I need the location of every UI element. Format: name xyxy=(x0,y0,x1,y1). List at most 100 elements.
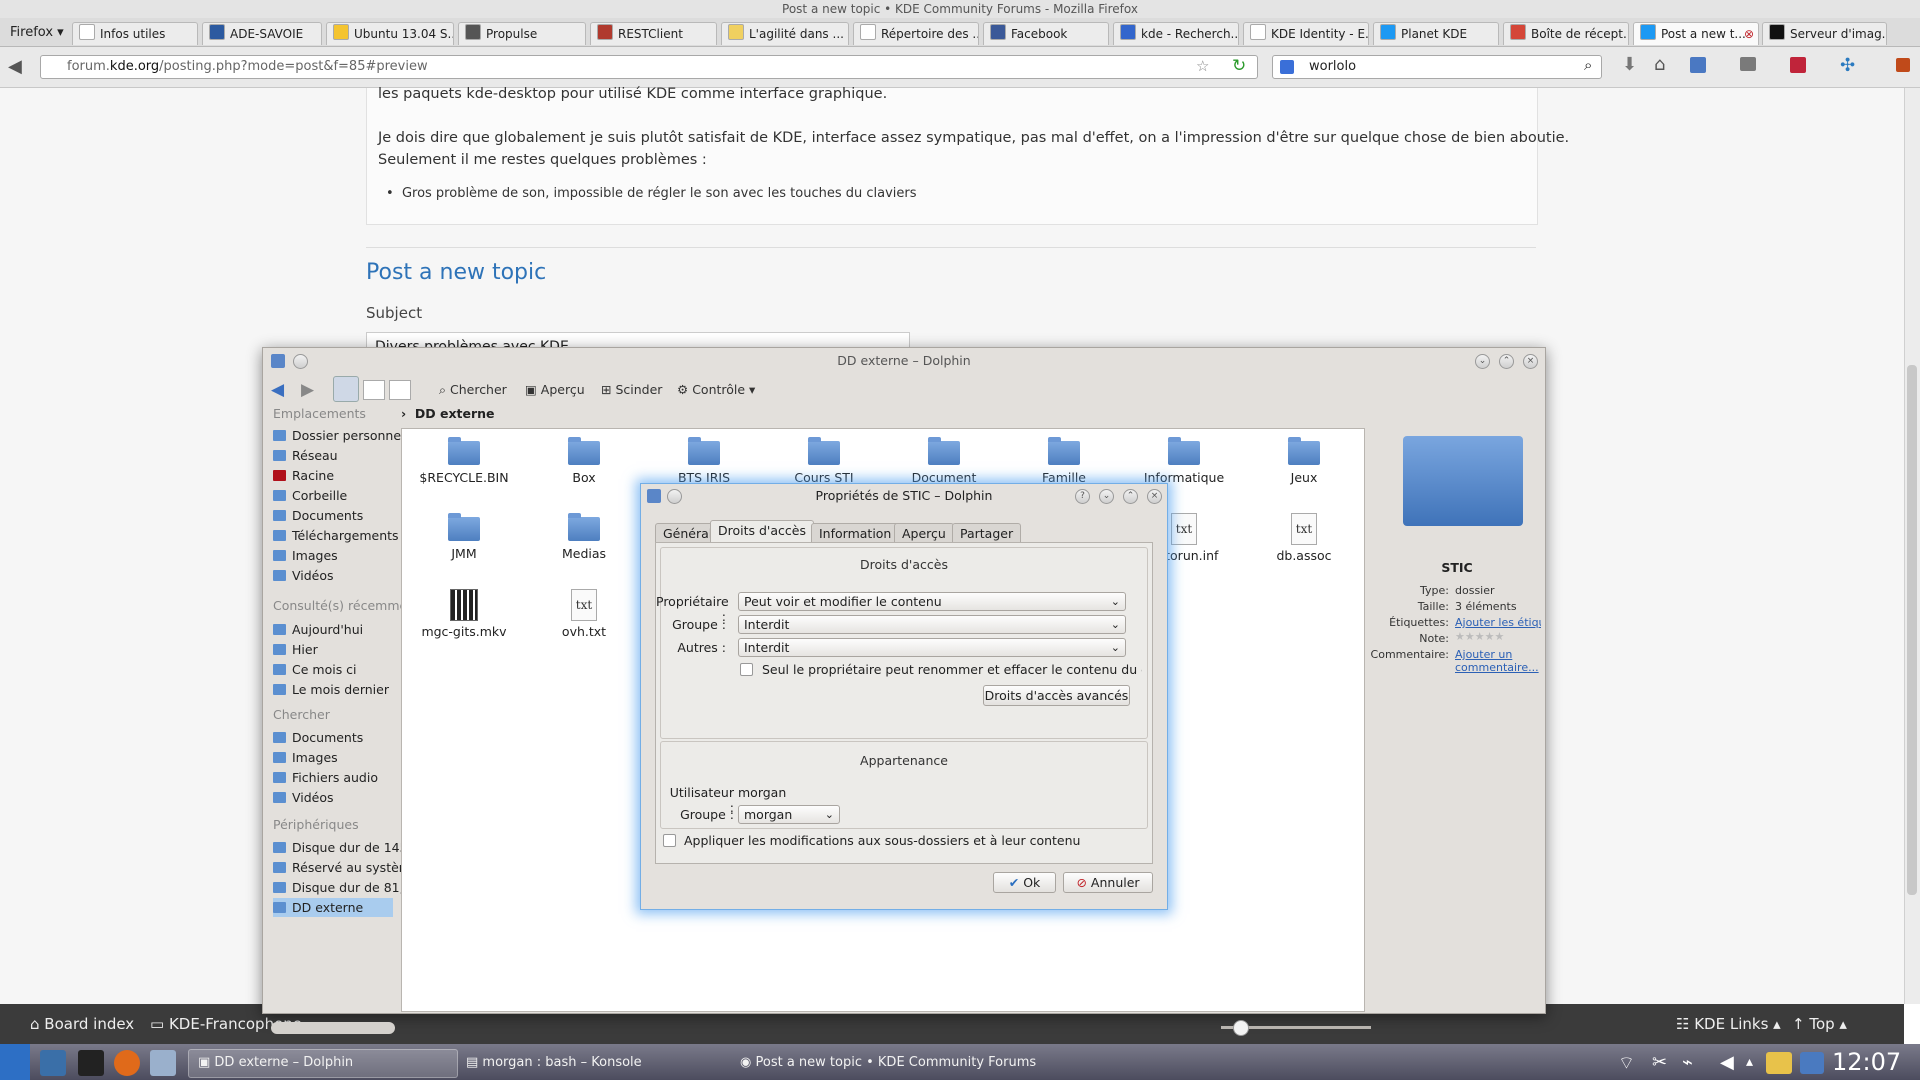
scrollbar-thumb[interactable] xyxy=(1907,365,1917,895)
browser-tab[interactable]: Facebook xyxy=(983,22,1109,45)
sidebar-item[interactable]: Vidéos xyxy=(273,566,393,585)
split-button[interactable]: ⊞ Scinder xyxy=(601,378,662,402)
rating-stars-icon[interactable]: ★★★★★ xyxy=(1455,630,1504,643)
sidebar-item[interactable]: DD externe xyxy=(273,898,393,917)
file-item[interactable]: Medias xyxy=(536,513,632,561)
sidebar-item[interactable]: Hier xyxy=(273,640,393,659)
sidebar-item[interactable]: Aujourd'hui xyxy=(273,620,393,639)
others-select[interactable]: Interdit ⌄ xyxy=(738,638,1126,657)
close-tab-icon[interactable]: ⊗ xyxy=(1744,23,1754,45)
icons-view-icon[interactable] xyxy=(333,376,359,402)
sidebar-item[interactable]: Réseau xyxy=(273,446,393,465)
file-item[interactable]: JMM xyxy=(416,513,512,561)
browser-tab[interactable]: Boîte de récept... xyxy=(1503,22,1629,45)
browser-tab[interactable]: Ubuntu 13.04 S... xyxy=(326,22,454,45)
sidebar-item[interactable]: Corbeille xyxy=(273,486,393,505)
file-item[interactable]: Famille xyxy=(1016,437,1112,485)
columns-view-icon[interactable] xyxy=(389,380,411,400)
maximize-icon[interactable]: ⌃ xyxy=(1123,489,1138,504)
google-icon[interactable] xyxy=(1280,60,1294,74)
addon-icon[interactable] xyxy=(1790,57,1806,73)
add-comment-link[interactable]: commentaire... xyxy=(1455,661,1539,674)
file-item[interactable]: mgc-gits.mkv xyxy=(416,589,512,639)
browser-tab[interactable]: Infos utiles xyxy=(72,22,198,45)
ownership-group-select[interactable]: morgan ⌄ xyxy=(738,805,840,824)
notes-icon[interactable] xyxy=(1766,1052,1792,1074)
wifi-icon[interactable]: ⌔ xyxy=(1618,1052,1635,1075)
owner-select[interactable]: Peut voir et modifier le contenu ⌄ xyxy=(738,592,1126,611)
help-icon[interactable]: ? xyxy=(1075,489,1090,504)
zoom-slider-handle[interactable] xyxy=(1233,1020,1249,1036)
sidebar-item[interactable]: Réservé au systèm xyxy=(273,858,411,877)
sidebar-item[interactable]: Documents xyxy=(273,728,393,747)
tab-information[interactable]: Information xyxy=(811,523,900,544)
back-icon[interactable]: ◀ xyxy=(8,56,22,77)
sidebar-item[interactable]: Racine xyxy=(273,466,393,485)
recursive-checkbox[interactable] xyxy=(663,834,676,847)
addon-icon[interactable] xyxy=(1740,57,1756,71)
desktop-icon[interactable] xyxy=(40,1050,66,1076)
sidebar-item[interactable]: Disque dur de 81,1 xyxy=(273,878,412,897)
search-button[interactable]: ⌕ Chercher xyxy=(439,378,507,402)
minimize-icon[interactable]: ⌄ xyxy=(1475,354,1490,369)
browser-tab[interactable]: L'agilité dans ... xyxy=(721,22,849,45)
sidebar-scrollbar[interactable] xyxy=(271,1022,395,1034)
virtualbox-icon[interactable] xyxy=(150,1050,176,1076)
file-item[interactable]: Cours STI xyxy=(776,437,872,485)
sidebar-item[interactable]: Images xyxy=(273,546,393,565)
file-item[interactable]: Informatique xyxy=(1136,437,1232,485)
search-bar[interactable]: worlolo xyxy=(1272,55,1602,79)
board-index-link[interactable]: ⌂ Board index xyxy=(30,1004,134,1044)
control-button[interactable]: ⚙ Contrôle ▾ xyxy=(677,378,755,402)
url-bar[interactable]: forum.kde.org/posting.php?mode=post&f=85… xyxy=(40,55,1258,79)
file-item[interactable]: Jeux xyxy=(1256,437,1352,485)
task-konsole[interactable]: ▤ morgan : bash – Konsole xyxy=(466,1050,642,1076)
kde-menu-icon[interactable] xyxy=(0,1044,30,1080)
sticky-checkbox[interactable] xyxy=(740,663,753,676)
browser-tab[interactable]: KDE Identity - E... xyxy=(1243,22,1369,45)
advanced-permissions-button[interactable]: Droits d'accès avancés xyxy=(983,685,1130,706)
add-comment-link[interactable]: Ajouter un xyxy=(1455,648,1512,661)
usb-icon[interactable]: ⌁ xyxy=(1682,1052,1693,1073)
browser-tab[interactable]: ADE-SAVOIE xyxy=(202,22,322,45)
bookmark-star-icon[interactable]: ☆ xyxy=(1196,57,1209,75)
ok-button[interactable]: ✔ Ok xyxy=(993,872,1056,893)
file-item[interactable]: Document xyxy=(896,437,992,485)
sidebar-item[interactable]: Vidéos xyxy=(273,788,393,807)
reload-icon[interactable]: ↻ xyxy=(1232,56,1246,76)
sidebar-item[interactable]: Le mois dernier xyxy=(273,680,393,699)
browser-tab[interactable]: Planet KDE xyxy=(1373,22,1499,45)
add-tags-link[interactable]: Ajouter les étiquettes xyxy=(1455,616,1541,629)
menu-icon[interactable] xyxy=(1896,58,1910,72)
forward-icon[interactable]: ▶ xyxy=(301,378,314,402)
file-item[interactable]: txt ovh.txt xyxy=(536,589,632,639)
cancel-button[interactable]: ⊘ Annuler xyxy=(1063,872,1153,893)
home-icon[interactable]: ⌂ xyxy=(1654,54,1665,75)
notification-icon[interactable] xyxy=(1800,1052,1824,1074)
file-item[interactable]: Box xyxy=(536,437,632,485)
firefox-icon[interactable] xyxy=(114,1050,140,1076)
binoculars-icon[interactable]: ⌕ xyxy=(1584,56,1592,74)
tab-share[interactable]: Partager xyxy=(952,523,1022,544)
terminal-icon[interactable] xyxy=(78,1050,104,1076)
browser-tab[interactable]: kde - Recherch... xyxy=(1113,22,1239,45)
file-item[interactable]: $RECYCLE.BIN xyxy=(416,437,512,485)
klipper-icon[interactable]: ✂ xyxy=(1652,1052,1667,1073)
maximize-icon[interactable]: ⌃ xyxy=(1499,354,1514,369)
sidebar-item[interactable]: Documents xyxy=(273,506,393,525)
top-link[interactable]: ↑ Top ▴ xyxy=(1792,1004,1847,1044)
close-icon[interactable]: × xyxy=(1523,354,1538,369)
download-icon[interactable]: ⬇ xyxy=(1622,54,1637,75)
firefox-menu-button[interactable]: Firefox ▾ xyxy=(4,22,70,44)
browser-tab[interactable]: Répertoire des ... xyxy=(853,22,979,45)
browser-tab[interactable]: Propulse xyxy=(458,22,586,45)
sidebar-item[interactable]: Dossier personnel xyxy=(273,426,405,445)
sidebar-item[interactable]: Disque dur de 145 xyxy=(273,838,408,857)
sidebar-item[interactable]: Téléchargements xyxy=(273,526,399,545)
group-select[interactable]: Interdit ⌄ xyxy=(738,615,1126,634)
kde-links-menu[interactable]: ☷ KDE Links ▴ xyxy=(1676,1004,1781,1044)
file-item[interactable]: BTS IRIS xyxy=(656,437,752,485)
browser-tab[interactable]: RESTClient xyxy=(590,22,717,45)
bookmarks-icon[interactable] xyxy=(1690,57,1706,73)
minimize-icon[interactable]: ⌄ xyxy=(1099,489,1114,504)
